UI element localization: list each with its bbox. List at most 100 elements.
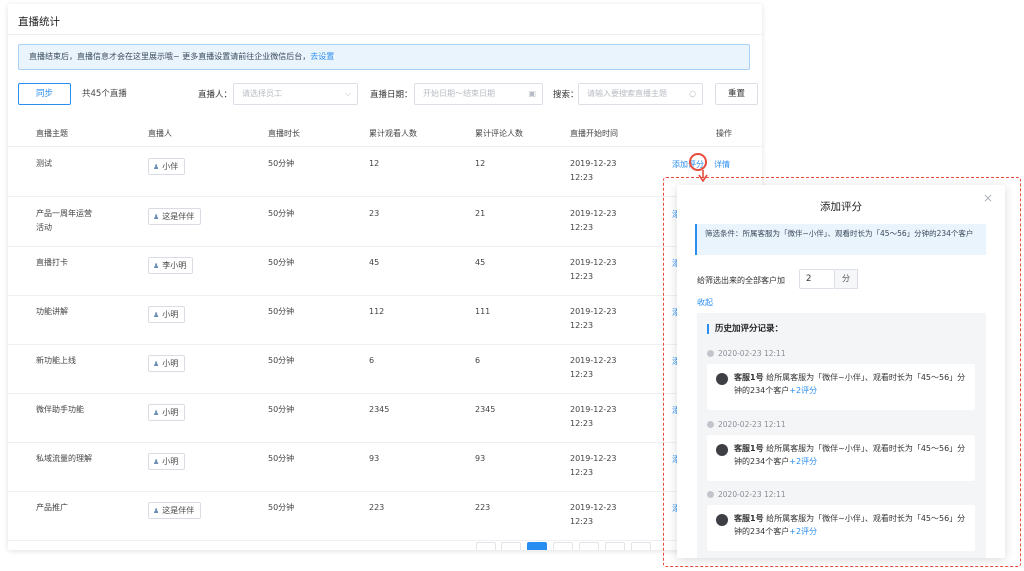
settings-link[interactable]: 去设置 — [310, 52, 334, 61]
record-text: 客服1号 给所属客服为「微伴~小伴」、观看时长为「45～56」分钟的234个客户… — [734, 512, 970, 538]
record-time-text: 2020-02-23 12:11 — [718, 490, 786, 499]
add-score-label: 给筛选出来的全部客户加 — [697, 276, 785, 285]
avatar — [716, 373, 728, 385]
person-icon: ♟ — [153, 213, 160, 221]
row-comments: 45 — [475, 258, 486, 267]
record-time: 2020-02-23 12:11 — [707, 349, 786, 358]
row-start-date: 2019-12-23 — [570, 405, 617, 414]
detail-link[interactable]: 详情 — [714, 159, 730, 170]
row-viewers: 112 — [369, 307, 385, 316]
col-actions: 操作 — [716, 129, 732, 138]
history-record: 客服1号 给所属客服为「微伴~小伴」、观看时长为「45～56」分钟的234个客户… — [707, 364, 975, 410]
table-row: 测试 ♟ 小伴 50分钟 12 12 2019-12-23 12:23 添加评分 … — [8, 147, 762, 197]
reset-button[interactable]: 重置 — [715, 83, 758, 105]
sync-button[interactable]: 同步 — [18, 83, 71, 105]
record-author: 客服1号 — [734, 373, 764, 382]
record-text: 客服1号 给所属客服为「微伴~小伴」、观看时长为「45～56」分钟的234个客户… — [734, 371, 970, 397]
anchor-tag: ♟ 小明 — [148, 404, 186, 421]
person-icon: ♟ — [153, 262, 160, 270]
row-topic: 微伴助手功能 — [36, 405, 84, 414]
col-viewers: 累计观看人数 — [369, 129, 417, 138]
anchor-name: 小明 — [162, 457, 179, 466]
person-icon: ♟ — [153, 360, 160, 368]
row-start-time: 12:23 — [570, 321, 594, 330]
page-button[interactable] — [605, 542, 625, 550]
page-button[interactable] — [501, 542, 521, 550]
col-comments: 累计评论人数 — [475, 129, 523, 138]
page-title: 直播统计 — [18, 16, 60, 28]
row-topic: 产品一周年运营活动 — [36, 209, 92, 232]
anchor-tag: ♟ 李小明 — [148, 257, 194, 274]
avatar — [716, 444, 728, 456]
table-row: 微伴助手功能 ♟ 小明 50分钟 2345 2345 2019-12-23 12:… — [8, 393, 762, 443]
total-count: 共45个直播 — [82, 89, 127, 99]
record-time: 2020-02-23 12:11 — [707, 490, 786, 499]
row-duration: 50分钟 — [268, 307, 295, 316]
table-header: 直播主题 直播人 直播时长 累计观看人数 累计评论人数 直播开始时间 操作 — [8, 120, 762, 147]
page-button-active[interactable] — [527, 542, 547, 550]
row-topic: 测试 — [36, 159, 52, 168]
anchor-tag: ♟ 小伴 — [148, 158, 186, 175]
col-start-time: 直播开始时间 — [570, 129, 618, 138]
row-start-date: 2019-12-23 — [570, 356, 617, 365]
close-icon[interactable]: × — [983, 191, 993, 205]
person-icon: ♟ — [153, 507, 160, 515]
record-desc: 给所属客服为「微伴~小伴」、观看时长为「45～56」分钟的234个客户 — [734, 373, 966, 395]
date-range-picker[interactable]: 开始日期～结束日期 ▣ — [414, 83, 543, 105]
row-start-date: 2019-12-23 — [570, 503, 617, 512]
record-author: 客服1号 — [734, 444, 764, 453]
anchor-tag: ♟ 小明 — [148, 355, 186, 372]
row-topic: 产品推广 — [36, 503, 68, 512]
table-row: 直播打卡 ♟ 李小明 50分钟 45 45 2019-12-23 12:23 添 — [8, 246, 762, 296]
page-button[interactable] — [579, 542, 599, 550]
anchor-name: 李小明 — [162, 261, 187, 270]
row-topic: 私域流量的理解 — [36, 454, 92, 463]
page-button[interactable] — [553, 542, 573, 550]
row-viewers: 93 — [369, 454, 380, 463]
chevron-down-icon: ⌵ — [344, 89, 351, 98]
row-start-date: 2019-12-23 — [570, 209, 617, 218]
page-prev[interactable] — [476, 542, 496, 550]
live-stats-card: 直播统计 直播结束后，直播信息才会在这里展示哦~ 更多直播设置请前往企业微信后台… — [8, 4, 762, 550]
row-viewers: 45 — [369, 258, 380, 267]
row-start-time: 12:23 — [570, 173, 594, 182]
collapse-link[interactable]: 收起 — [697, 297, 713, 308]
row-comments: 21 — [475, 209, 486, 218]
row-duration: 50分钟 — [268, 356, 295, 365]
row-topic: 功能讲解 — [36, 307, 68, 316]
record-score: +2评分 — [789, 386, 818, 395]
avatar — [716, 514, 728, 526]
info-banner: 直播结束后，直播信息才会在这里展示哦~ 更多直播设置请前往企业微信后台，去设置 — [18, 44, 750, 70]
anchor-select[interactable]: 请选择员工 ⌵ — [233, 83, 358, 105]
anchor-placeholder: 请选择员工 — [242, 89, 282, 98]
date-placeholder: 开始日期～结束日期 — [423, 89, 495, 98]
table-row: 产品一周年运营活动 ♟ 这是伴伴 50分钟 23 21 2019-12-23 12… — [8, 197, 762, 247]
col-anchor: 直播人 — [148, 129, 172, 138]
record-time-text: 2020-02-23 12:11 — [718, 420, 786, 429]
search-input[interactable]: 请输入要搜索直播主题 ○ — [578, 83, 703, 105]
history-record: 客服1号 给所属客服为「微伴~小伴」、观看时长为「45～56」分钟的234个客户… — [707, 505, 975, 551]
info-text: 直播结束后，直播信息才会在这里展示哦~ 更多直播设置请前往企业微信后台， — [29, 52, 311, 61]
page-button[interactable] — [631, 542, 651, 550]
search-label: 搜索： — [553, 90, 579, 100]
clock-icon — [707, 350, 714, 357]
calendar-icon: ▣ — [528, 89, 536, 98]
search-icon: ○ — [689, 89, 696, 98]
history-record: 客服1号 给所属客服为「微伴~小伴」、观看时长为「45～56」分钟的234个客户… — [707, 435, 975, 481]
row-duration: 50分钟 — [268, 209, 295, 218]
row-comments: 12 — [475, 159, 486, 168]
record-score: +2评分 — [789, 527, 818, 536]
dialog-title: 添加评分 — [820, 201, 862, 213]
search-placeholder: 请输入要搜索直播主题 — [587, 89, 667, 98]
row-viewers: 12 — [369, 159, 380, 168]
anchor-tag: ♟ 这是伴伴 — [148, 502, 202, 519]
anchor-name: 小伴 — [162, 162, 179, 171]
row-start-date: 2019-12-23 — [570, 159, 617, 168]
click-highlight-icon — [689, 153, 707, 171]
table-row: 新功能上线 ♟ 小明 50分钟 6 6 2019-12-23 12:23 添 — [8, 344, 762, 394]
table-row: 私域流量的理解 ♟ 小明 50分钟 93 93 2019-12-23 12:23 … — [8, 442, 762, 492]
score-input[interactable]: 2 — [799, 269, 835, 289]
row-topic: 新功能上线 — [36, 356, 76, 365]
table-row: 功能讲解 ♟ 小明 50分钟 112 111 2019-12-23 12:23 添 — [8, 295, 762, 345]
row-duration: 50分钟 — [268, 405, 295, 414]
